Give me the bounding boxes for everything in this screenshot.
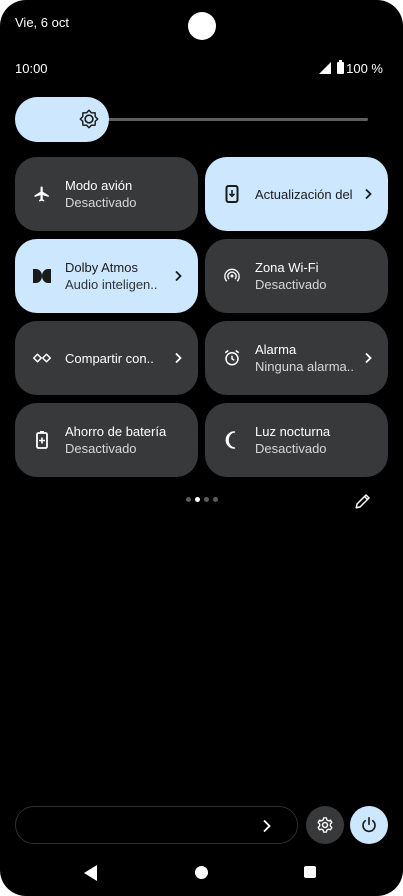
- navigation-bar: [0, 860, 403, 886]
- quick-settings-panel: Vie, 6 oct 10:00 100 % Modo avión Desact…: [0, 0, 403, 896]
- recents-button[interactable]: [304, 866, 316, 878]
- tile-nearby-share[interactable]: Compartir con..: [15, 321, 198, 395]
- system-update-icon: [221, 183, 243, 205]
- chevron-right-icon: [360, 186, 376, 202]
- tile-system-update[interactable]: Actualización del sistema: [205, 157, 388, 231]
- night-light-icon: [221, 429, 243, 451]
- settings-button[interactable]: [306, 806, 344, 844]
- page-dot-current: [195, 497, 200, 502]
- brightness-track: [105, 118, 368, 121]
- chevron-right-icon: [170, 350, 186, 366]
- airplane-icon: [31, 183, 53, 205]
- tile-subtitle: Desactivado: [65, 441, 137, 456]
- footer-bar[interactable]: [15, 806, 298, 844]
- tile-subtitle: Ninguna alarma..: [255, 359, 354, 374]
- tile-title: Modo avión: [65, 178, 133, 193]
- back-icon[interactable]: [84, 865, 98, 881]
- tile-text: Ahorro de batería Desactivado: [65, 423, 186, 457]
- tile-text: Luz nocturna Desactivado: [255, 423, 376, 457]
- tile-dolby-atmos[interactable]: Dolby Atmos Audio inteligen..: [15, 239, 198, 313]
- tile-airplane-mode[interactable]: Modo avión Desactivado: [15, 157, 198, 231]
- tile-title: Dolby Atmos: [65, 260, 138, 275]
- nearby-share-icon: [31, 347, 53, 369]
- clock: 10:00: [15, 60, 48, 76]
- page-dot: [213, 497, 218, 502]
- tile-text: Actualización del sistema: [255, 186, 354, 203]
- tile-text: Compartir con..: [65, 350, 164, 367]
- alarm-icon: [221, 347, 243, 369]
- tile-night-light[interactable]: Luz nocturna Desactivado: [205, 403, 388, 477]
- page-dot: [204, 497, 209, 502]
- tile-title: Alarma: [255, 342, 297, 357]
- tile-hotspot[interactable]: Zona Wi-Fi Desactivado: [205, 239, 388, 313]
- battery-percent: 100 %: [346, 60, 383, 76]
- battery-icon: [337, 60, 345, 74]
- power-icon: [362, 817, 376, 833]
- signal-icon: [319, 62, 332, 74]
- tile-alarm[interactable]: Alarma Ninguna alarma..: [205, 321, 388, 395]
- page-dot: [186, 497, 191, 502]
- tile-subtitle: Desactivado: [65, 195, 137, 210]
- power-button[interactable]: [350, 806, 388, 844]
- chevron-right-icon: [360, 350, 376, 366]
- status-icons: 100 %: [319, 60, 383, 76]
- home-button[interactable]: [195, 866, 208, 879]
- front-camera: [188, 12, 216, 40]
- status-bar: 10:00 100 %: [15, 60, 383, 76]
- tile-subtitle: Desactivado: [255, 277, 327, 292]
- tile-text: Modo avión Desactivado: [65, 177, 186, 211]
- tile-text: Alarma Ninguna alarma..: [255, 341, 354, 375]
- tile-text: Dolby Atmos Audio inteligen..: [65, 259, 164, 293]
- tile-subtitle: Audio inteligen..: [65, 277, 158, 292]
- tile-subtitle: Desactivado: [255, 441, 327, 456]
- tile-title: Zona Wi-Fi: [255, 260, 319, 275]
- chevron-right-icon: [263, 819, 271, 833]
- tile-battery-saver[interactable]: Ahorro de batería Desactivado: [15, 403, 198, 477]
- tile-title: Compartir con..: [65, 350, 154, 366]
- battery-saver-icon: [31, 429, 53, 451]
- gear-icon: [317, 817, 333, 833]
- brightness-icon: [79, 109, 99, 129]
- dolby-icon: [31, 265, 53, 287]
- hotspot-icon: [221, 265, 243, 287]
- tile-title: Luz nocturna: [255, 424, 331, 439]
- edit-pencil-icon[interactable]: [354, 492, 372, 510]
- page-indicator: [186, 497, 218, 502]
- brightness-slider[interactable]: [15, 97, 368, 142]
- chevron-right-icon: [170, 268, 186, 284]
- tile-title: Ahorro de batería: [65, 424, 167, 439]
- tile-title: Actualización del sistema: [255, 186, 354, 202]
- date-label: Vie, 6 oct: [15, 15, 69, 30]
- tile-text: Zona Wi-Fi Desactivado: [255, 259, 376, 293]
